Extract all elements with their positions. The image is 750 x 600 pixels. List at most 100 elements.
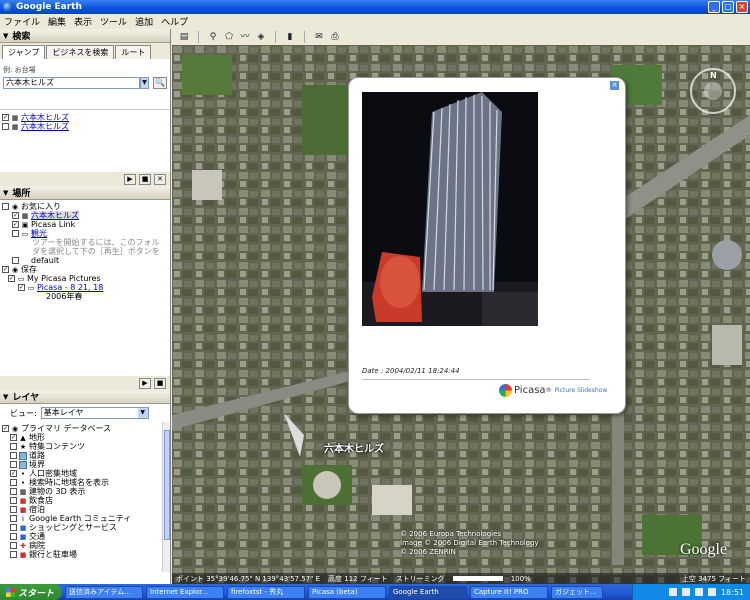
stop-icon[interactable]: ■: [139, 173, 151, 185]
picasa-brand[interactable]: Picasa ® Picture Slideshow: [499, 384, 607, 397]
play-icon[interactable]: ▶: [139, 377, 151, 389]
start-button[interactable]: スタート: [0, 584, 62, 600]
close-icon[interactable]: ✕: [154, 173, 166, 185]
checkbox[interactable]: [12, 257, 19, 264]
ruler-icon[interactable]: ▮: [284, 31, 296, 43]
scrollbar-thumb[interactable]: [164, 430, 170, 540]
checkbox[interactable]: [2, 203, 9, 210]
layer-item[interactable]: ■ 交通: [2, 532, 168, 541]
tray-icon[interactable]: [707, 588, 716, 596]
taskbar-item[interactable]: Capture It! PRO: [470, 585, 548, 599]
result-label[interactable]: 六本木ヒルズ: [21, 113, 69, 122]
compass-center[interactable]: [704, 82, 722, 100]
layer-item[interactable]: ■ 飲食店: [2, 496, 168, 505]
overlay-icon[interactable]: ◈: [255, 31, 267, 43]
menu-tools[interactable]: ツール: [96, 15, 131, 28]
taskbar-item[interactable]: Internet Explor...: [146, 585, 224, 599]
tray-icon[interactable]: [694, 588, 703, 596]
checkbox[interactable]: ✓: [10, 470, 17, 477]
tree-item[interactable]: ✓ ▭ Picasa - 8 21, 18: [2, 283, 168, 292]
tree-item[interactable]: ◉ お気に入り: [2, 202, 168, 211]
tree-item[interactable]: ✓ ◉ 保存: [2, 265, 168, 274]
layer-item[interactable]: ✓ ◉ プライマリ データベース: [2, 424, 168, 433]
checkbox[interactable]: [10, 524, 17, 531]
taskbar-item[interactable]: Picasa (beta): [308, 585, 386, 599]
chevron-down-icon[interactable]: ▼: [139, 77, 150, 89]
layer-view-select[interactable]: 基本レイヤ ▼: [40, 407, 149, 419]
placemark-icon[interactable]: ⚲: [207, 31, 219, 43]
layer-item[interactable]: i Google Earth コミュニティ: [2, 514, 168, 523]
maximize-button[interactable]: □: [722, 1, 734, 13]
sidebar-icon[interactable]: ▤: [178, 31, 190, 43]
clock[interactable]: 18:51: [721, 588, 744, 597]
search-input[interactable]: 六本木ヒルズ: [3, 77, 140, 89]
layer-item[interactable]: ✓ • 人口密集地域: [2, 469, 168, 478]
tree-item[interactable]: default: [2, 256, 168, 265]
tree-label[interactable]: 六本木ヒルズ: [31, 211, 79, 220]
menu-help[interactable]: ヘルプ: [157, 15, 192, 28]
tree-label[interactable]: 観光: [31, 229, 47, 238]
result-label[interactable]: 六本木ヒルズ: [21, 122, 69, 131]
list-item[interactable]: ✓ ▦ 六本木ヒルズ: [2, 113, 168, 122]
layer-item[interactable]: ▥ 境界: [2, 460, 168, 469]
checkbox[interactable]: [10, 479, 17, 486]
taskbar-item[interactable]: ガジェット...: [551, 585, 603, 599]
checkbox[interactable]: ✓: [2, 425, 9, 432]
search-button[interactable]: 🔍: [153, 77, 168, 89]
checkbox[interactable]: ✓: [10, 434, 17, 441]
checkbox[interactable]: [10, 443, 17, 450]
navigation-compass[interactable]: N: [690, 68, 736, 114]
layer-item[interactable]: ▥ 道路: [2, 451, 168, 460]
checkbox[interactable]: ✓: [12, 221, 19, 228]
layer-item[interactable]: ▦ 建物の 3D 表示: [2, 487, 168, 496]
tray-icon[interactable]: [681, 588, 690, 596]
email-icon[interactable]: ✉: [313, 31, 325, 43]
tab-fly-to[interactable]: ジャンプ: [2, 45, 46, 59]
checkbox[interactable]: [10, 461, 17, 468]
collapse-arrow-icon[interactable]: ▼: [3, 189, 8, 197]
list-item[interactable]: ▦ 六本木ヒルズ: [2, 122, 168, 131]
checkbox[interactable]: [10, 515, 17, 522]
layer-item[interactable]: • 検索時に地域名を表示: [2, 478, 168, 487]
print-icon[interactable]: ⎙: [329, 31, 341, 43]
checkbox[interactable]: [10, 497, 17, 504]
map-place-label[interactable]: 六本木ヒルズ: [324, 440, 384, 455]
checkbox[interactable]: [10, 452, 17, 459]
checkbox[interactable]: ✓: [8, 275, 15, 282]
collapse-arrow-icon[interactable]: ▼: [3, 393, 8, 401]
close-icon[interactable]: ✕: [610, 81, 619, 90]
checkbox[interactable]: ✓: [2, 266, 9, 273]
layer-item[interactable]: ★ 特集コンテンツ: [2, 442, 168, 451]
menu-add[interactable]: 追加: [131, 15, 157, 28]
layer-item[interactable]: ✓ ▲ 地形: [2, 433, 168, 442]
menu-file[interactable]: ファイル: [0, 15, 44, 28]
path-icon[interactable]: 〰: [239, 31, 251, 43]
layer-item[interactable]: ■ 宿泊: [2, 505, 168, 514]
checkbox[interactable]: [10, 542, 17, 549]
checkbox[interactable]: [2, 123, 9, 130]
tab-directions[interactable]: ルート: [115, 45, 152, 59]
tree-item[interactable]: ✓ ▦ 六本木ヒルズ: [2, 211, 168, 220]
play-icon[interactable]: ▶: [124, 173, 136, 185]
taskbar-item-active[interactable]: Google Earth: [389, 585, 467, 599]
search-panel-header[interactable]: ▼ 検索: [0, 29, 170, 43]
polygon-icon[interactable]: ⬠: [223, 31, 235, 43]
menu-view[interactable]: 表示: [70, 15, 96, 28]
tray-icon[interactable]: [668, 588, 677, 596]
places-panel-header[interactable]: ▼ 場所: [0, 186, 170, 200]
layers-scrollbar[interactable]: [162, 422, 170, 572]
stop-icon[interactable]: ■: [154, 377, 166, 389]
close-button[interactable]: ×: [736, 1, 748, 13]
tree-item[interactable]: ▭ 観光: [2, 229, 168, 238]
collapse-arrow-icon[interactable]: ▼: [3, 32, 8, 40]
menu-edit[interactable]: 編集: [44, 15, 70, 28]
checkbox[interactable]: ✓: [2, 114, 9, 121]
checkbox[interactable]: ✓: [18, 284, 25, 291]
layers-panel-header[interactable]: ▼ レイヤ: [0, 390, 170, 404]
checkbox[interactable]: [12, 230, 19, 237]
checkbox[interactable]: [10, 488, 17, 495]
tree-item[interactable]: ✓ ▣ Picasa Link: [2, 220, 168, 229]
tab-find-business[interactable]: ビジネスを検索: [46, 45, 115, 59]
checkbox[interactable]: ✓: [12, 212, 19, 219]
checkbox[interactable]: [10, 551, 17, 558]
